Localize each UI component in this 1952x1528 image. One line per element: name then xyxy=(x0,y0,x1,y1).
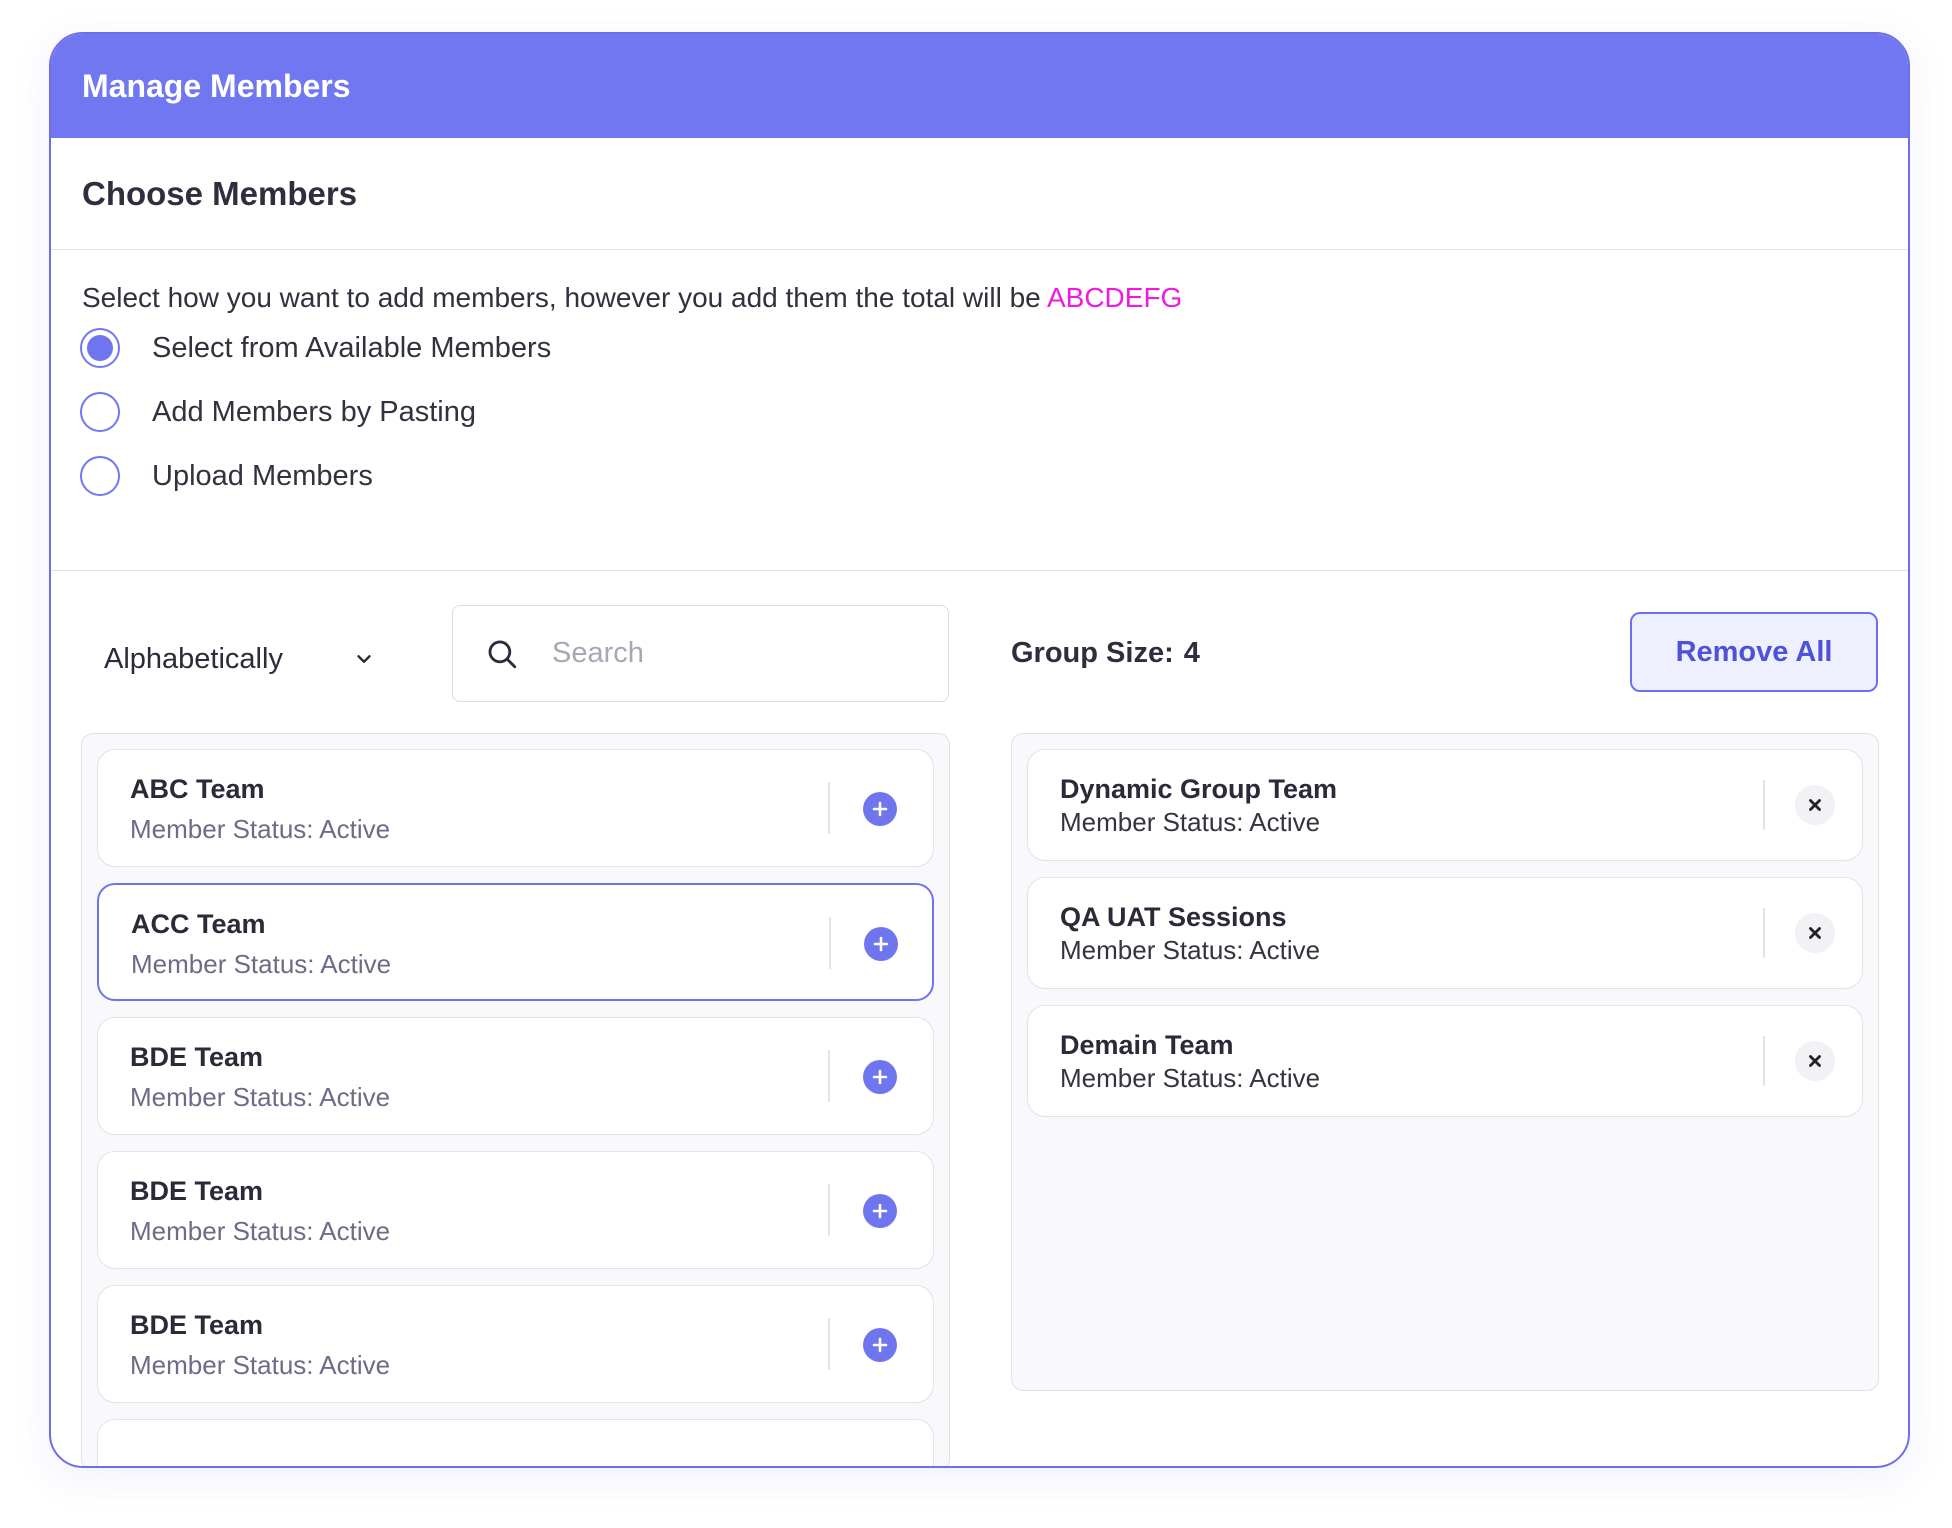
radio-button[interactable] xyxy=(80,456,120,496)
plus-icon xyxy=(872,801,888,817)
group-members-list[interactable]: Dynamic Group Team Member Status: Active… xyxy=(1011,733,1879,1391)
remove-member-button[interactable] xyxy=(1795,913,1835,953)
member-status: Member Status: Active xyxy=(130,1082,391,1112)
group-member-status: Member Status: Active xyxy=(1060,1063,1321,1093)
modal-title: Manage Members xyxy=(82,67,351,104)
card-divider xyxy=(1763,908,1765,958)
member-name: ABC Team xyxy=(130,774,265,804)
card-divider xyxy=(828,1318,830,1370)
member-card[interactable]: BDE Team Member Status: Active xyxy=(97,1285,934,1403)
group-member-status: Member Status: Active xyxy=(1060,807,1321,837)
sort-label: Alphabetically xyxy=(104,642,283,675)
chevron-down-icon xyxy=(357,655,371,663)
member-card[interactable]: BDE Team Member Status: Active xyxy=(97,1151,934,1269)
radio-dot xyxy=(87,335,113,361)
group-member-name: QA UAT Sessions xyxy=(1060,902,1287,932)
add-member-button[interactable] xyxy=(863,1060,897,1094)
card-divider xyxy=(1763,1036,1765,1086)
radio-label: Upload Members xyxy=(152,459,373,492)
member-card-partial[interactable] xyxy=(97,1419,934,1466)
member-status: Member Status: Active xyxy=(131,949,392,979)
radio-button[interactable] xyxy=(80,392,120,432)
radio-option-select-available[interactable]: Select from Available Members xyxy=(80,328,551,368)
member-card[interactable]: BDE Team Member Status: Active xyxy=(97,1017,934,1135)
remove-member-button[interactable] xyxy=(1795,785,1835,825)
member-name: ACC Team xyxy=(131,909,266,939)
description-main: Select how you want to add members, howe… xyxy=(82,282,1047,313)
radio-button-checked[interactable] xyxy=(80,328,120,368)
description-text: Select how you want to add members, howe… xyxy=(82,282,1182,314)
sort-dropdown[interactable]: Alphabetically xyxy=(104,634,375,684)
manage-members-modal: Manage Members Choose Members Select how… xyxy=(49,32,1910,1468)
group-size: Group Size: 4 xyxy=(1011,637,1200,670)
plus-icon xyxy=(872,1337,888,1353)
member-status: Member Status: Active xyxy=(130,814,391,844)
description-accent: ABCDEFG xyxy=(1046,282,1183,313)
search-box[interactable] xyxy=(452,605,949,702)
plus-icon xyxy=(872,1203,888,1219)
member-status: Member Status: Active xyxy=(130,1350,391,1380)
modal-header: Manage Members xyxy=(51,34,1908,138)
radio-label: Add Members by Pasting xyxy=(152,395,476,428)
section-title: Choose Members xyxy=(51,138,1908,250)
radio-option-upload-members[interactable]: Upload Members xyxy=(80,456,373,496)
group-size-label: Group Size: xyxy=(1011,637,1174,669)
group-member-card[interactable]: Dynamic Group Team Member Status: Active xyxy=(1027,749,1863,861)
card-divider xyxy=(828,1184,830,1236)
card-divider xyxy=(829,917,831,969)
group-member-name: Dynamic Group Team xyxy=(1060,774,1338,804)
group-member-card[interactable]: QA UAT Sessions Member Status: Active xyxy=(1027,877,1863,989)
section-title-text: Choose Members xyxy=(82,174,358,212)
card-divider xyxy=(1763,780,1765,830)
card-divider xyxy=(828,782,830,834)
search-input[interactable] xyxy=(552,637,932,670)
close-icon xyxy=(1809,927,1821,939)
member-name: BDE Team xyxy=(130,1042,264,1072)
group-size-value: 4 xyxy=(1183,637,1200,669)
search-icon xyxy=(488,640,517,668)
radio-option-add-by-pasting[interactable]: Add Members by Pasting xyxy=(80,392,476,432)
add-member-button[interactable] xyxy=(863,1194,897,1228)
member-name: BDE Team xyxy=(130,1310,264,1340)
remove-member-button[interactable] xyxy=(1795,1041,1835,1081)
member-status: Member Status: Active xyxy=(130,1216,391,1246)
member-card-selected[interactable]: ACC Team Member Status: Active xyxy=(97,883,934,1001)
member-name: BDE Team xyxy=(130,1176,264,1206)
add-member-button[interactable] xyxy=(863,792,897,826)
close-icon xyxy=(1809,799,1821,811)
radio-label: Select from Available Members xyxy=(152,331,552,364)
plus-icon xyxy=(872,1069,888,1085)
group-member-card[interactable]: Demain Team Member Status: Active xyxy=(1027,1005,1863,1117)
section-divider xyxy=(51,570,1908,571)
card-divider xyxy=(828,1050,830,1102)
plus-icon xyxy=(873,936,889,952)
add-member-button[interactable] xyxy=(864,927,898,961)
group-member-name: Demain Team xyxy=(1060,1030,1234,1060)
group-member-status: Member Status: Active xyxy=(1060,935,1321,965)
available-members-list[interactable]: ABC Team Member Status: Active ACC Team … xyxy=(81,733,950,1466)
member-card[interactable]: ABC Team Member Status: Active xyxy=(97,749,934,867)
close-icon xyxy=(1809,1055,1821,1067)
add-member-button[interactable] xyxy=(863,1328,897,1362)
remove-all-button[interactable]: Remove All xyxy=(1630,612,1878,692)
